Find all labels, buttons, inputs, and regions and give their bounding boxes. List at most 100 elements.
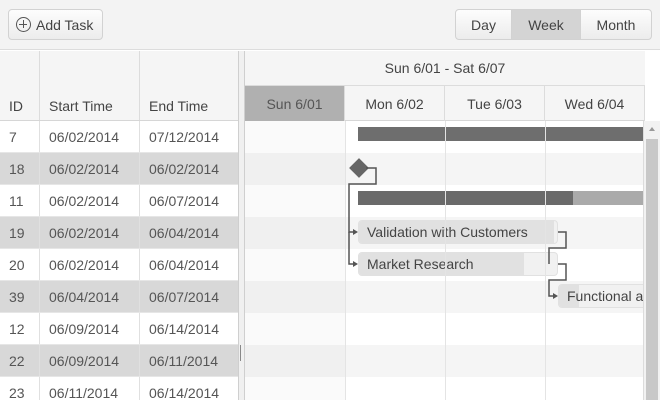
day-header-cell: Tue 6/03 — [445, 86, 545, 121]
table-cell: 06/07/2014 — [140, 281, 238, 312]
task-grid: ID Start Time End Time 7 06/02/2014 07/12/… — [0, 51, 239, 400]
view-switcher: Day Week Month — [455, 9, 652, 40]
dependency-line — [348, 232, 353, 265]
table-cell: 22 — [0, 345, 40, 376]
table-cell: 06/02/2014 — [40, 121, 140, 152]
table-cell: 06/09/2014 — [40, 313, 140, 344]
table-row[interactable]: 11 06/02/2014 06/07/2014 — [0, 185, 238, 217]
table-cell: 20 — [0, 249, 40, 280]
cell-text: 06/02/2014 — [49, 193, 120, 209]
cell-text: 06/14/2014 — [149, 385, 220, 400]
table-row[interactable]: 20 06/02/2014 06/04/2014 — [0, 249, 238, 281]
cell-text: 07/12/2014 — [149, 129, 220, 145]
day-gridline — [345, 121, 346, 400]
scrollbar-thumb[interactable] — [646, 139, 658, 400]
table-row[interactable]: 22 06/09/2014 06/11/2014 — [0, 345, 238, 377]
cell-text: 06/07/2014 — [149, 193, 220, 209]
cell-text: 06/04/2014 — [149, 225, 220, 241]
cell-text: 06/09/2014 — [49, 321, 120, 337]
cell-text: 06/02/2014 — [49, 225, 120, 241]
table-cell: 06/04/2014 — [140, 217, 238, 248]
cell-text: 11 — [9, 193, 24, 209]
table-row[interactable]: 18 06/02/2014 06/02/2014 — [0, 153, 238, 185]
column-header-label: Start Time — [49, 98, 113, 114]
plus-circle-icon — [16, 17, 31, 32]
table-cell: 06/04/2014 — [40, 281, 140, 312]
dependency-arrow — [553, 293, 558, 299]
table-cell: 06/11/2014 — [140, 345, 238, 376]
cell-text: 23 — [9, 385, 25, 400]
cell-text: 18 — [9, 161, 25, 177]
day-header: Sun 6/01 Mon 6/02 Tue 6/03 Wed 6/04 — [245, 86, 645, 121]
grid-header: ID Start Time End Time — [0, 51, 238, 121]
dependency-line — [548, 231, 567, 264]
dependency-line — [548, 263, 567, 297]
cell-text: 06/02/2014 — [49, 129, 120, 145]
table-row[interactable]: 7 06/02/2014 07/12/2014 — [0, 121, 238, 153]
view-week-button[interactable]: Week — [512, 10, 581, 39]
table-cell: 12 — [0, 313, 40, 344]
table-cell: 06/02/2014 — [40, 185, 140, 216]
table-cell: 06/02/2014 — [40, 153, 140, 184]
table-cell: 06/14/2014 — [140, 377, 238, 400]
view-day-button[interactable]: Day — [456, 10, 512, 39]
table-cell: 06/11/2014 — [40, 377, 140, 400]
table-cell: 06/09/2014 — [40, 345, 140, 376]
dependency-line — [348, 167, 377, 233]
table-cell: 06/02/2014 — [40, 249, 140, 280]
column-header-label: End Time — [149, 98, 209, 114]
cell-text: 19 — [9, 225, 25, 241]
gantt-timeline: Sun 6/01 - Sat 6/07 Sun 6/01 Mon 6/02 Tu… — [244, 51, 660, 400]
cell-text: 06/02/2014 — [149, 161, 220, 177]
toolbar: Add Task Day Week Month — [0, 0, 660, 50]
day-header-cell: Wed 6/04 — [545, 86, 645, 121]
dependency-arrow — [353, 261, 358, 267]
table-cell: 06/14/2014 — [140, 313, 238, 344]
column-header-start-time[interactable]: Start Time — [40, 51, 140, 120]
day-header-cell: Mon 6/02 — [345, 86, 445, 121]
table-cell: 07/12/2014 — [140, 121, 238, 152]
cell-text: 06/04/2014 — [49, 289, 120, 305]
table-row[interactable]: 12 06/09/2014 06/14/2014 — [0, 313, 238, 345]
table-cell: 06/07/2014 — [140, 185, 238, 216]
table-row[interactable]: 19 06/02/2014 06/04/2014 — [0, 217, 238, 249]
splitter-handle[interactable] — [240, 345, 241, 361]
cell-text: 12 — [9, 321, 25, 337]
cell-text: 06/09/2014 — [49, 353, 120, 369]
cell-text: 06/11/2014 — [149, 353, 219, 369]
column-header-id[interactable]: ID — [0, 51, 40, 120]
table-cell: 18 — [0, 153, 40, 184]
table-cell: 06/02/2014 — [40, 217, 140, 248]
table-cell: 19 — [0, 217, 40, 248]
add-task-button[interactable]: Add Task — [8, 9, 103, 40]
table-cell: 11 — [0, 185, 40, 216]
table-cell: 06/02/2014 — [140, 153, 238, 184]
table-cell: 39 — [0, 281, 40, 312]
week-header: Sun 6/01 - Sat 6/07 — [245, 51, 645, 86]
cell-text: 7 — [9, 129, 17, 145]
column-header-end-time[interactable]: End Time — [140, 51, 238, 120]
day-gridline — [545, 121, 546, 400]
cell-text: 22 — [9, 353, 25, 369]
column-header-label: ID — [9, 98, 23, 114]
cell-text: 06/07/2014 — [149, 289, 220, 305]
add-task-label: Add Task — [36, 16, 94, 33]
grid-body: 7 06/02/2014 07/12/2014 18 06/02/2014 06/02/2… — [0, 121, 238, 400]
cell-text: 06/11/2014 — [49, 385, 119, 400]
table-row[interactable]: 23 06/11/2014 06/14/2014 — [0, 377, 238, 400]
cell-text: 39 — [9, 289, 25, 305]
day-header-cell: Sun 6/01 — [245, 86, 345, 121]
cell-text: 06/02/2014 — [49, 161, 120, 177]
scroll-up-arrow-icon[interactable] — [649, 127, 655, 131]
day-gridline — [445, 121, 446, 400]
table-cell: 7 — [0, 121, 40, 152]
cell-text: 20 — [9, 257, 25, 273]
view-month-button[interactable]: Month — [581, 10, 651, 39]
table-row[interactable]: 39 06/04/2014 06/07/2014 — [0, 281, 238, 313]
cell-text: 06/04/2014 — [149, 257, 220, 273]
vertical-scrollbar[interactable] — [643, 121, 660, 400]
table-cell: 06/04/2014 — [140, 249, 238, 280]
cell-text: 06/14/2014 — [149, 321, 220, 337]
dependency-arrow — [353, 229, 358, 235]
table-cell: 23 — [0, 377, 40, 400]
